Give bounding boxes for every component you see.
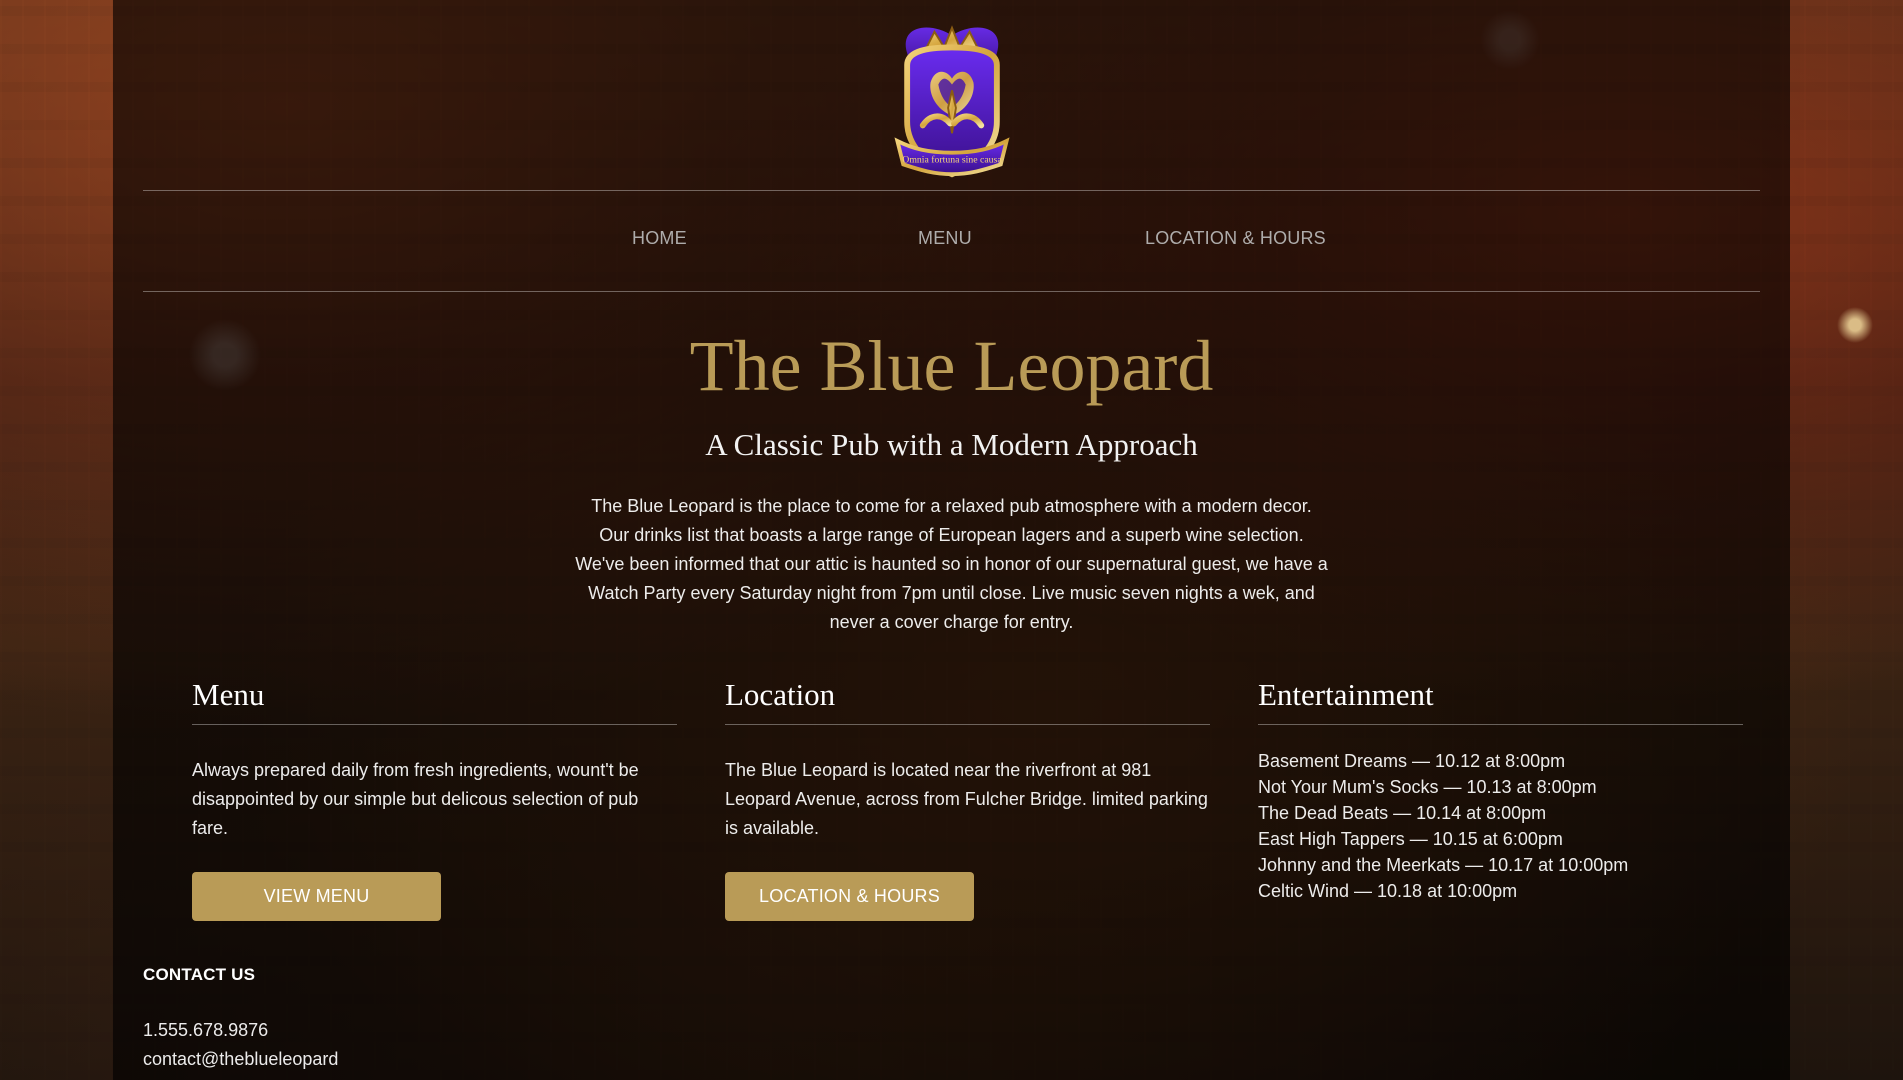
location-heading-divider xyxy=(725,724,1210,725)
entertainment-item: Celtic Wind — 10.18 at 10:00pm xyxy=(1258,881,1518,901)
menu-heading: Menu xyxy=(192,677,265,712)
top-nav: HOME MENU LOCATION & HOURS xyxy=(0,228,1903,250)
contact-email: contact@theblueleopard xyxy=(143,1049,339,1069)
location-description: The Blue Leopard is located near the riv… xyxy=(725,760,1208,838)
entertainment-heading-divider xyxy=(1258,724,1743,725)
menu-heading-divider xyxy=(192,724,677,725)
location-hours-button[interactable]: LOCATION & HOURS xyxy=(725,872,974,921)
entertainment-item: Johnny and the Meerkats — 10.17 at 10:00… xyxy=(1258,855,1629,875)
site-tagline: A Classic Pub with a Modern Approach xyxy=(705,427,1198,462)
crest-logo-icon[interactable]: Omnia fortuna sine causa xyxy=(874,14,1030,190)
contact-heading: CONTACT US xyxy=(143,965,256,984)
nav-home[interactable]: HOME xyxy=(632,228,687,249)
entertainment-list: Basement Dreams — 10.12 at 8:00pm Not Yo… xyxy=(1258,748,1778,904)
nav-divider-bottom xyxy=(143,291,1760,292)
entertainment-heading: Entertainment xyxy=(1258,677,1434,712)
entertainment-item: The Dead Beats — 10.14 at 8:00pm xyxy=(1258,803,1547,823)
location-heading: Location xyxy=(725,677,836,712)
contact-phone: 1.555.678.9876 xyxy=(143,1020,269,1040)
svg-text:Omnia fortuna sine causa: Omnia fortuna sine causa xyxy=(902,154,1002,165)
view-menu-button[interactable]: VIEW MENU xyxy=(192,872,441,921)
menu-description: Always prepared daily from fresh ingredi… xyxy=(192,760,639,838)
site-title: The Blue Leopard xyxy=(689,326,1214,406)
nav-divider-top xyxy=(143,190,1760,191)
entertainment-item: East High Tappers — 10.15 at 6:00pm xyxy=(1258,829,1563,849)
entertainment-item: Not Your Mum's Socks — 10.13 at 8:00pm xyxy=(1258,777,1597,797)
nav-menu[interactable]: MENU xyxy=(918,228,972,249)
intro-paragraph: The Blue Leopard is the place to come fo… xyxy=(575,496,1328,632)
nav-location-hours[interactable]: LOCATION & HOURS xyxy=(1145,228,1326,249)
entertainment-item: Basement Dreams — 10.12 at 8:00pm xyxy=(1258,751,1566,771)
